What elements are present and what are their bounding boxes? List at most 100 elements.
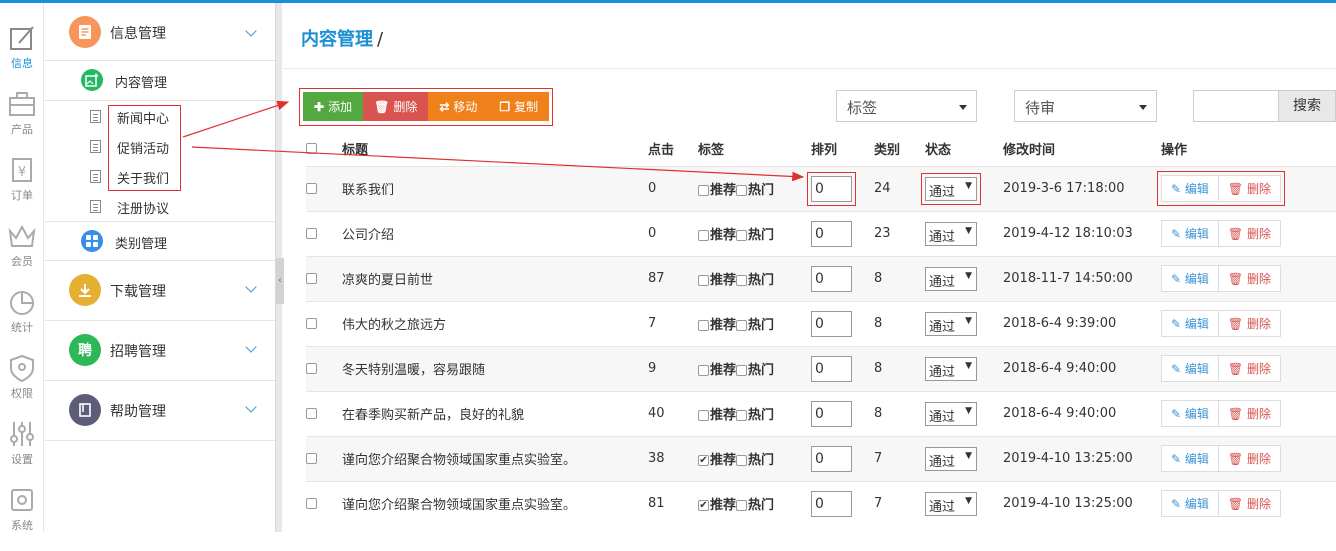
hot-checkbox[interactable] xyxy=(736,410,748,421)
row-checkbox[interactable] xyxy=(306,273,317,284)
sort-input[interactable]: 0 xyxy=(811,490,852,517)
sidebar-splitter[interactable]: ‹ xyxy=(275,3,284,532)
edit-button[interactable]: ✎ 编辑 xyxy=(1161,445,1219,472)
recommend-checkbox[interactable] xyxy=(698,500,709,512)
row-checkbox[interactable] xyxy=(306,363,317,374)
hot-checkbox[interactable] xyxy=(736,455,748,466)
recommend-checkbox[interactable] xyxy=(698,230,709,241)
rail-item-system[interactable]: 系统 xyxy=(0,485,44,551)
sort-input[interactable]: 0 xyxy=(811,265,852,292)
row-title[interactable]: 谨向您介绍聚合物领域国家重点实验室。 xyxy=(342,480,648,526)
row-delete-button[interactable]: 🗑 删除 xyxy=(1218,355,1281,382)
menu-item-label: 内容管理 xyxy=(115,76,168,91)
row-tags: 推荐热门 xyxy=(698,480,811,526)
select-all-checkbox[interactable] xyxy=(306,143,317,155)
move-button[interactable]: ⇄ 移动 xyxy=(428,92,489,121)
menu-group-help[interactable]: 帮助管理 xyxy=(45,381,275,441)
status-select[interactable]: 通过 ▼ xyxy=(921,172,981,205)
row-delete-button[interactable]: 🗑 删除 xyxy=(1218,310,1281,337)
sort-input[interactable]: 0 xyxy=(811,445,852,472)
row-actions: ✎ 编辑 🗑 删除 xyxy=(1161,445,1281,472)
row-checkbox[interactable] xyxy=(306,453,317,464)
breadcrumb-current[interactable]: 内容管理 xyxy=(301,29,373,50)
status-select[interactable]: 通过 ▼ xyxy=(925,446,977,471)
hot-checkbox[interactable] xyxy=(736,365,748,376)
rail-item-product[interactable]: 产品 xyxy=(0,89,44,155)
row-modified: 2019-4-10 13:25:00 xyxy=(1003,435,1161,481)
menu-group-recruit[interactable]: 聘 招聘管理 xyxy=(45,321,275,381)
menu-item-content[interactable]: 内容管理 xyxy=(45,61,275,101)
row-title[interactable]: 冬天特别温暖，容易跟随 xyxy=(342,345,648,391)
menu-group-info[interactable]: 信息管理 xyxy=(45,3,275,61)
row-delete-button[interactable]: 🗑 删除 xyxy=(1218,445,1281,472)
sort-input[interactable]: 0 xyxy=(811,220,852,247)
copy-button[interactable]: ❐ 复制 xyxy=(488,92,550,121)
recommend-checkbox[interactable] xyxy=(698,455,709,466)
row-actions: ✎ 编辑 🗑 删除 xyxy=(1161,400,1281,427)
row-clicks: 40 xyxy=(648,390,698,436)
row-title[interactable]: 凉爽的夏日前世 xyxy=(342,255,648,301)
status-select[interactable]: 通过 ▼ xyxy=(925,221,977,246)
recommend-checkbox[interactable] xyxy=(698,185,709,196)
row-checkbox[interactable] xyxy=(306,498,317,510)
row-title[interactable]: 谨向您介绍聚合物领域国家重点实验室。 xyxy=(342,435,648,481)
delete-button[interactable]: 🗑 删除 xyxy=(363,92,429,121)
status-select[interactable]: 通过 ▼ xyxy=(925,311,977,336)
row-title[interactable]: 伟大的秋之旅远方 xyxy=(342,300,648,346)
sort-input[interactable]: 0 xyxy=(811,400,852,427)
hot-checkbox[interactable] xyxy=(736,275,748,286)
rail-item-info[interactable]: 信息 xyxy=(0,23,44,89)
recommend-checkbox[interactable] xyxy=(698,410,709,421)
recommend-checkbox[interactable] xyxy=(698,320,709,331)
row-title[interactable]: 联系我们 xyxy=(342,165,648,211)
edit-button[interactable]: ✎ 编辑 xyxy=(1161,175,1219,202)
row-title[interactable]: 公司介绍 xyxy=(342,210,648,256)
status-select[interactable]: 通过 ▼ xyxy=(925,266,977,291)
hot-checkbox[interactable] xyxy=(736,500,748,512)
edit-button[interactable]: ✎ 编辑 xyxy=(1161,220,1219,247)
edit-button[interactable]: ✎ 编辑 xyxy=(1161,400,1219,427)
row-delete-button[interactable]: 🗑 删除 xyxy=(1218,265,1281,292)
recommend-checkbox[interactable] xyxy=(698,365,709,376)
search-input[interactable] xyxy=(1193,90,1279,122)
hot-checkbox[interactable] xyxy=(736,230,748,241)
edit-button[interactable]: ✎ 编辑 xyxy=(1161,265,1219,292)
row-delete-button[interactable]: 🗑 删除 xyxy=(1218,220,1281,247)
edit-button[interactable]: ✎ 编辑 xyxy=(1161,490,1219,518)
tag-filter-select[interactable]: 标签 xyxy=(836,90,977,122)
row-checkbox[interactable] xyxy=(306,228,317,239)
rail-item-permission[interactable]: 权限 xyxy=(0,353,44,419)
row-delete-button[interactable]: 🗑 删除 xyxy=(1218,490,1281,518)
trash-icon: 🗑 xyxy=(1227,451,1247,466)
menu-group-download[interactable]: 下载管理 xyxy=(45,261,275,321)
row-delete-button[interactable]: 🗑 删除 xyxy=(1218,175,1281,202)
hot-checkbox[interactable] xyxy=(736,320,748,331)
sort-input[interactable]: 0 xyxy=(807,171,856,206)
row-checkbox[interactable] xyxy=(306,183,317,194)
status-select[interactable]: 通过 ▼ xyxy=(925,491,977,516)
image-add-icon xyxy=(81,69,103,91)
status-select[interactable]: 通过 ▼ xyxy=(925,401,977,426)
sort-input[interactable]: 0 xyxy=(811,355,852,382)
edit-button[interactable]: ✎ 编辑 xyxy=(1161,310,1219,337)
search-button[interactable]: 搜索 xyxy=(1278,90,1336,122)
rail-item-stats[interactable]: 统计 xyxy=(0,287,44,353)
header-modified: 修改时间 xyxy=(1003,143,1056,159)
row-delete-button[interactable]: 🗑 删除 xyxy=(1218,400,1281,427)
add-button[interactable]: ✚ 添加 xyxy=(303,92,364,121)
rail-item-settings[interactable]: 设置 xyxy=(0,419,44,485)
row-checkbox[interactable] xyxy=(306,408,317,419)
edit-button[interactable]: ✎ 编辑 xyxy=(1161,355,1219,382)
hot-label: 热门 xyxy=(748,228,775,243)
menu-item-category[interactable]: 类别管理 xyxy=(45,221,275,261)
recommend-checkbox[interactable] xyxy=(698,275,709,286)
rail-item-order[interactable]: ¥ 订单 xyxy=(0,155,44,221)
status-filter-select[interactable]: 待审 xyxy=(1014,90,1157,122)
status-select[interactable]: 通过 ▼ xyxy=(925,356,977,381)
sort-input[interactable]: 0 xyxy=(811,310,852,337)
row-checkbox[interactable] xyxy=(306,318,317,329)
row-title[interactable]: 在春季购买新产品，良好的礼貌 xyxy=(342,390,648,436)
menu-leaf-agreement[interactable]: 注册协议 xyxy=(45,191,275,221)
rail-item-member[interactable]: 会员 xyxy=(0,221,44,287)
hot-checkbox[interactable] xyxy=(736,185,748,196)
